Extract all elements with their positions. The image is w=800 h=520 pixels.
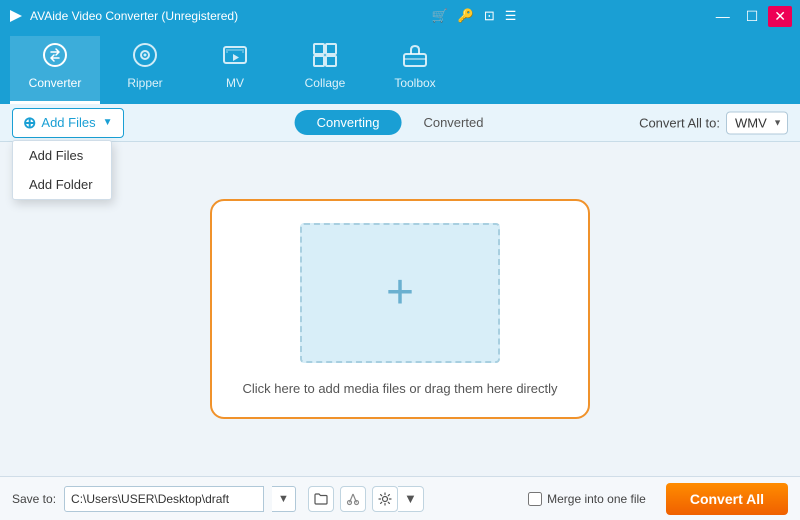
- toolbox-label: Toolbox: [394, 76, 435, 90]
- drop-zone-inner: +: [300, 223, 500, 363]
- sub-bar: ⊕ Add Files ▼ Add Files Add Folder Conve…: [0, 104, 800, 142]
- nav-item-collage[interactable]: Collage: [280, 36, 370, 104]
- drop-zone-instruction: Click here to add media files or drag th…: [242, 381, 557, 396]
- collage-icon: [312, 42, 338, 72]
- main-content-area: + Click here to add media files or drag …: [0, 142, 800, 476]
- bottom-bar: Save to: ▼ ▼ Merge into one file: [0, 476, 800, 520]
- save-path-input[interactable]: [64, 486, 264, 512]
- mv-label: MV: [226, 76, 244, 90]
- convert-all-label: Convert All to:: [639, 115, 720, 130]
- convert-all-button[interactable]: Convert All: [666, 483, 788, 515]
- maximize-button[interactable]: ☐: [740, 6, 765, 27]
- add-folder-option[interactable]: Add Folder: [13, 170, 111, 199]
- screen-icon[interactable]: ⊡: [484, 8, 495, 24]
- nav-item-ripper[interactable]: Ripper: [100, 36, 190, 104]
- settings-button[interactable]: [372, 486, 398, 512]
- ripper-label: Ripper: [127, 76, 162, 90]
- menu-icon[interactable]: ☰: [505, 8, 517, 24]
- cut-button[interactable]: [340, 486, 366, 512]
- mv-icon: [222, 42, 248, 72]
- nav-item-converter[interactable]: Converter: [10, 36, 100, 104]
- nav-item-mv[interactable]: MV: [190, 36, 280, 104]
- dropdown-arrow-icon: ▼: [103, 117, 113, 128]
- toolbox-icon: [402, 42, 428, 72]
- save-path-dropdown-button[interactable]: ▼: [272, 486, 296, 512]
- merge-checkbox-area: Merge into one file: [528, 492, 646, 506]
- bottom-icons: ▼: [308, 486, 424, 512]
- title-bar-icons: 🛒 🔑 ⊡ ☰: [431, 8, 516, 24]
- folder-open-button[interactable]: [308, 486, 334, 512]
- minimize-button[interactable]: —: [710, 6, 736, 26]
- collage-label: Collage: [305, 76, 346, 90]
- format-select[interactable]: WMV MP4 AVI MOV: [726, 111, 788, 134]
- drop-zone-outer[interactable]: + Click here to add media files or drag …: [210, 199, 590, 419]
- key-icon[interactable]: 🔑: [458, 8, 474, 24]
- convert-all-area: Convert All to: WMV MP4 AVI MOV: [639, 111, 788, 134]
- converter-icon: [42, 42, 68, 72]
- add-files-dropdown: Add Files Add Folder: [12, 140, 112, 200]
- tabs-area: Converting Converted: [295, 110, 506, 135]
- add-media-icon: +: [386, 269, 414, 317]
- cart-icon[interactable]: 🛒: [431, 8, 447, 24]
- app-icon: [8, 8, 24, 24]
- settings-dropdown-button[interactable]: ▼: [398, 486, 424, 512]
- title-bar: AVAide Video Converter (Unregistered) 🛒 …: [0, 0, 800, 32]
- close-button[interactable]: ✕: [768, 6, 792, 27]
- title-bar-controls: — ☐ ✕: [710, 6, 792, 27]
- plus-icon: ⊕: [23, 113, 36, 133]
- merge-label: Merge into one file: [547, 492, 646, 506]
- app-title: AVAide Video Converter (Unregistered): [30, 9, 238, 23]
- ripper-icon: [132, 42, 158, 72]
- nav-bar: Converter Ripper MV: [0, 32, 800, 104]
- add-files-option[interactable]: Add Files: [13, 141, 111, 170]
- save-to-label: Save to:: [12, 492, 56, 506]
- format-select-wrap: WMV MP4 AVI MOV: [726, 111, 788, 134]
- nav-item-toolbox[interactable]: Toolbox: [370, 36, 460, 104]
- title-bar-left: AVAide Video Converter (Unregistered): [8, 8, 238, 24]
- add-files-button[interactable]: ⊕ Add Files ▼: [12, 108, 124, 138]
- merge-checkbox[interactable]: [528, 492, 542, 506]
- tab-converted[interactable]: Converted: [401, 110, 505, 135]
- add-files-label: Add Files: [41, 115, 95, 130]
- tab-converting[interactable]: Converting: [295, 110, 402, 135]
- converter-label: Converter: [29, 76, 82, 90]
